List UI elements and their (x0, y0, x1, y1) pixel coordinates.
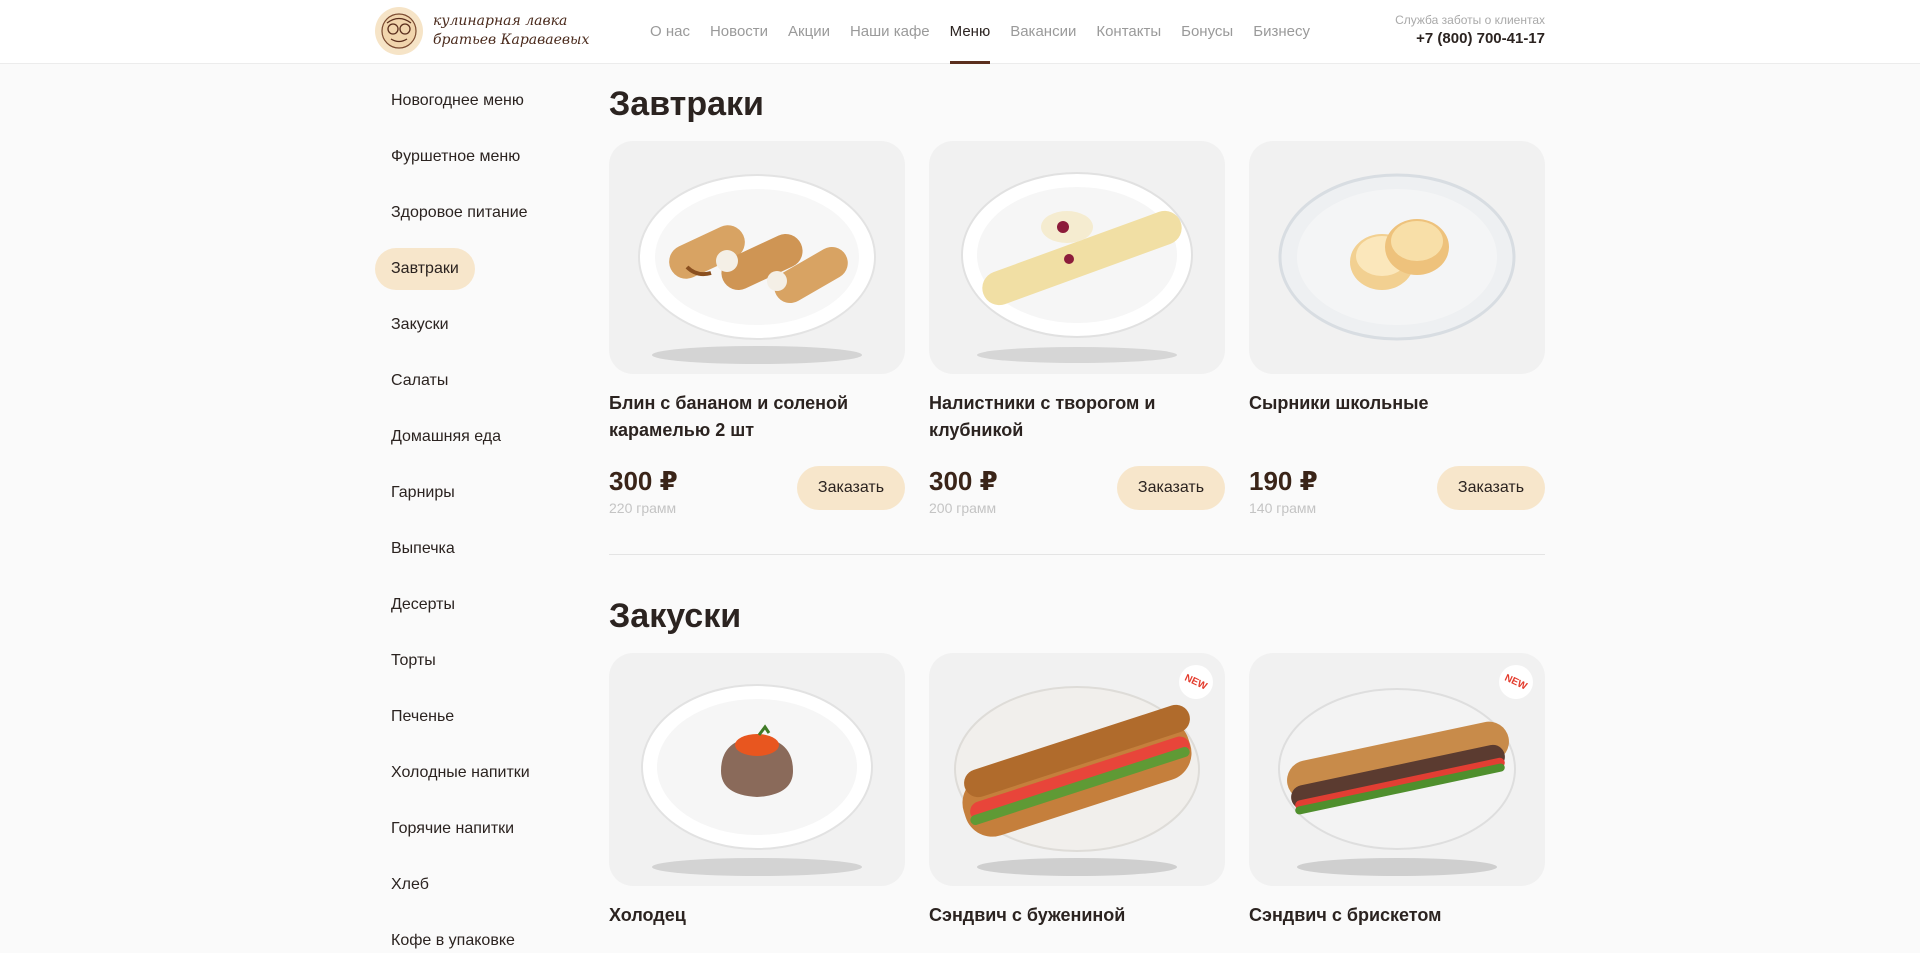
product-price: 300 ₽ (929, 466, 998, 496)
support-phone-link[interactable]: +7 (800) 700-41-17 (1395, 30, 1545, 47)
nav-menu[interactable]: Меню (949, 0, 990, 64)
product-card: Блин с бананом и соленой карамелью 2 шт … (609, 141, 905, 516)
sidebar-item-packaged-coffee[interactable]: Кофе в упаковке (375, 920, 531, 953)
sidebar-item-hot-drinks[interactable]: Горячие напитки (375, 808, 530, 850)
sidebar-item-healthy-food[interactable]: Здоровое питание (375, 192, 544, 234)
customer-support: Служба заботы о клиентах +7 (800) 700-41… (1395, 13, 1545, 47)
product-weight: 220 грамм (609, 500, 677, 516)
product-name: Сэндвич с бужениной (929, 905, 1126, 925)
product-name: Холодец (609, 905, 686, 925)
section-breakfasts: Завтраки Блин с бананом и соленой караме… (609, 64, 1545, 555)
logo-emblem-icon (375, 7, 423, 55)
nav-cafes[interactable]: Наши кафе (850, 0, 930, 64)
logo[interactable]: кулинарная лавка братьев Караваевых (375, 7, 589, 55)
product-image[interactable]: NEW (1249, 653, 1545, 886)
product-name: Блин с бананом и соленой карамелью 2 шт (609, 393, 849, 440)
order-button[interactable]: Заказать (1437, 466, 1545, 510)
order-button[interactable]: Заказать (1117, 466, 1225, 510)
product-name: Сырники школьные (1249, 393, 1429, 413)
product-grid: Блин с бананом и соленой карамелью 2 шт … (609, 141, 1545, 516)
product-card: Сырники школьные 190 ₽ 140 грамм Заказат… (1249, 141, 1545, 516)
menu-content: Завтраки Блин с бананом и соленой караме… (609, 64, 1545, 953)
syrniki-icon (1278, 173, 1516, 341)
product-price: 300 ₽ (609, 466, 678, 496)
new-badge: NEW (1179, 665, 1213, 699)
logo-text: кулинарная лавка братьев Караваевых (433, 12, 589, 50)
nav-promotions[interactable]: Акции (788, 0, 830, 64)
product-image[interactable] (609, 141, 905, 374)
site-header: кулинарная лавка братьев Караваевых О на… (0, 0, 1920, 64)
product-image[interactable] (609, 653, 905, 886)
product-card: NEW Сэндвич с брискетом (1249, 653, 1545, 953)
product-image[interactable] (929, 141, 1225, 374)
sidebar-item-buffet-menu[interactable]: Фуршетное меню (375, 136, 536, 178)
product-card: Налистники с творогом и клубникой 300 ₽ … (929, 141, 1225, 516)
product-name: Налистники с творогом и клубникой (929, 393, 1156, 440)
sidebar-item-cookies[interactable]: Печенье (375, 696, 470, 738)
sidebar-item-new-year-menu[interactable]: Новогоднее меню (375, 80, 540, 122)
sidebar-item-cold-drinks[interactable]: Холодные напитки (375, 752, 546, 794)
sidebar-item-home-food[interactable]: Домашняя еда (375, 416, 517, 458)
section-title: Закуски (609, 597, 742, 635)
section-divider (609, 554, 1545, 555)
pancake-rolls-icon (638, 174, 876, 364)
section-title: Завтраки (609, 85, 764, 123)
product-weight: 200 грамм (929, 500, 997, 516)
sidebar-item-snacks[interactable]: Закуски (375, 304, 465, 346)
nav-contacts[interactable]: Контакты (1096, 0, 1161, 64)
sidebar-item-salads[interactable]: Салаты (375, 360, 464, 402)
product-weight: 140 грамм (1249, 500, 1317, 516)
product-image[interactable]: NEW (929, 653, 1225, 886)
crepe-roll-icon (961, 172, 1193, 363)
nav-business[interactable]: Бизнесу (1253, 0, 1310, 64)
sidebar-item-breakfasts[interactable]: Завтраки (375, 248, 475, 290)
category-sidebar: Новогоднее меню Фуршетное меню Здоровое … (375, 80, 555, 953)
sidebar-item-bread[interactable]: Хлеб (375, 864, 445, 906)
logo-line-2: братьев Караваевых (433, 32, 590, 48)
sidebar-item-desserts[interactable]: Десерты (375, 584, 471, 626)
sidebar-item-bakery[interactable]: Выпечка (375, 528, 471, 570)
main-nav: О нас Новости Акции Наши кафе Меню Вакан… (650, 0, 1330, 64)
nav-bonuses[interactable]: Бонусы (1181, 0, 1233, 64)
product-card: Холодец (609, 653, 905, 953)
product-price: 190 ₽ (1249, 466, 1318, 496)
sidebar-item-cakes[interactable]: Торты (375, 640, 452, 682)
nav-about[interactable]: О нас (650, 0, 690, 64)
aspic-icon (641, 684, 873, 876)
product-grid: Холодец NEW Сэндвич с бужениной NEW Сэнд… (609, 653, 1545, 953)
nav-vacancies[interactable]: Вакансии (1010, 0, 1076, 64)
product-image[interactable] (1249, 141, 1545, 374)
logo-line-1: кулинарная лавка (433, 13, 568, 29)
order-button[interactable]: Заказать (797, 466, 905, 510)
section-snacks: Закуски Холодец NEW Сэндвич с бужениной … (609, 591, 1545, 953)
support-label: Служба заботы о клиентах (1395, 13, 1545, 27)
new-badge: NEW (1499, 665, 1533, 699)
sidebar-item-garnishes[interactable]: Гарниры (375, 472, 471, 514)
nav-news[interactable]: Новости (710, 0, 768, 64)
product-name: Сэндвич с брискетом (1249, 905, 1442, 925)
product-card: NEW Сэндвич с бужениной (929, 653, 1225, 953)
